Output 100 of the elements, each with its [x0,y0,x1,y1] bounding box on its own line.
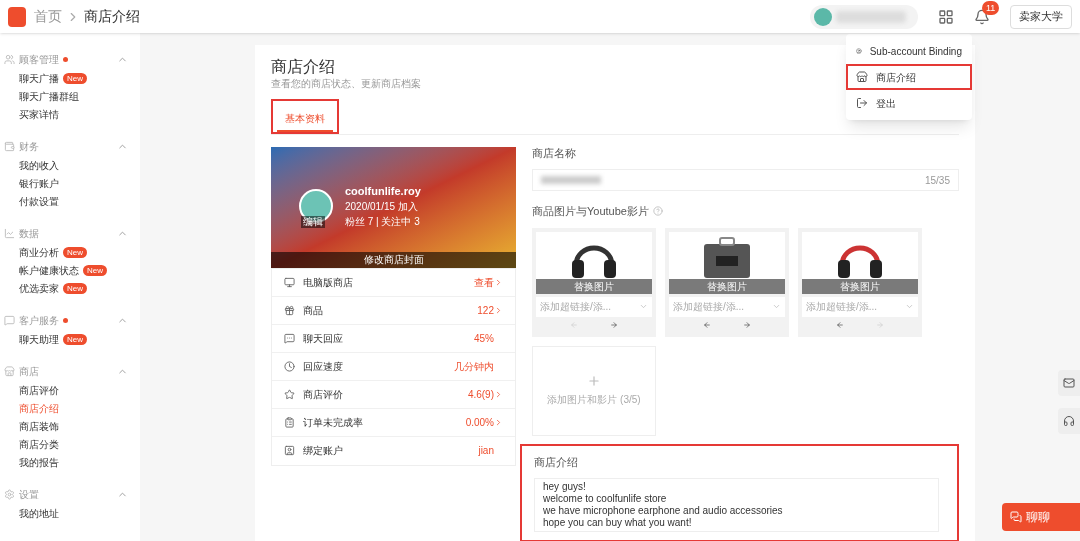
char-counter: 15/35 [924,173,950,188]
logo-icon[interactable] [8,6,26,27]
replace-image-button[interactable]: 替换图片 [802,278,918,294]
stat-label: 回应速度 [303,359,343,374]
page-subtitle: 查看您的商店状态、更新商店档案 [271,77,421,91]
support-float-button[interactable] [1058,408,1080,434]
field-label: 商店介绍 [534,454,579,470]
section-icon [4,227,15,239]
sidebar-item[interactable]: 买家详情 [19,106,59,122]
chevron-icon [494,389,503,399]
chevron-icon [639,302,648,311]
move-right-icon[interactable] [610,320,618,329]
stat-icon [284,304,295,316]
sidebar-item[interactable]: 聊天助理 [19,331,59,347]
sidebar-item[interactable]: 聊天广播 [19,70,59,86]
new-badge: New [83,264,107,276]
select-placeholder: 添加超链接/添... [806,300,878,314]
menu-item[interactable]: 商店介绍 [846,64,972,90]
mail-float-button[interactable] [1058,370,1080,396]
follower-count: 粉丝 7 | 关注中 3 [345,215,421,229]
university-button[interactable]: 卖家大学 [1010,4,1072,29]
breadcrumb-item: 商店介绍 [84,7,140,26]
account-chip[interactable] [810,4,918,29]
sidebar-item[interactable]: 银行账户 [19,175,59,191]
edit-cover-button[interactable]: 修改商店封面 [271,251,516,268]
mail-icon [1063,377,1075,389]
product-photo [702,235,752,280]
sidebar-item[interactable]: 聊天广播群组 [19,88,79,104]
menu-icon [856,97,868,109]
sidebar-item[interactable]: 商店介绍 [19,400,59,416]
sidebar-item[interactable]: 付款设置 [19,193,59,209]
sidebar-item[interactable]: 商店装饰 [19,418,59,434]
menu-icon [856,45,862,57]
stat-value: 几分钟内 [454,359,495,374]
stat-icon [284,416,295,428]
new-badge: New [63,246,87,258]
apps-grid-icon[interactable] [938,8,954,25]
stat-label: 电脑版商店 [303,275,353,290]
description-textarea[interactable]: hey guys! welcome to coolfunlife store we have microphone earphone and audio accessories hope you can buy what you want! [534,478,939,532]
move-right-icon[interactable] [743,320,751,329]
tab[interactable]: 基本资料 [277,107,333,132]
replace-image-button[interactable]: 替换图片 [669,278,785,294]
headset-icon [1063,415,1075,427]
menu-item-label: 商店介绍 [876,70,916,85]
shop-name: coolfunlife.roy [345,183,421,199]
avatar-icon [814,7,832,26]
replace-image-button[interactable]: 替换图片 [536,278,652,294]
menu-icon [856,71,868,83]
stat-icon [284,445,295,456]
chat-icon [1010,511,1022,523]
section-icon [4,365,15,377]
stat-link[interactable]: 查看 [474,274,503,290]
menu-item-label: 登出 [876,96,896,111]
avatar-edit-label[interactable]: 编辑 [301,215,325,228]
select-placeholder: 添加超链接/添... [540,300,612,314]
sidebar-item[interactable]: 商业分析 [19,244,59,260]
help-icon[interactable] [653,206,663,217]
field-label: 商品图片与Youtube影片 [532,204,649,219]
stat-value: jian [478,444,495,458]
menu-item[interactable]: 登出 [846,90,972,116]
stat-link[interactable]: 122 [477,302,503,318]
section-icon [4,53,15,65]
section-icon [4,314,15,326]
stat-label: 商品 [303,303,323,318]
stat-label: 聊天回应 [303,331,343,346]
plus-icon [587,374,601,388]
stat-value: 45% [474,331,495,346]
new-badge: New [63,72,87,84]
stat-label: 商店评价 [303,387,343,402]
sidebar-item[interactable]: 优选卖家 [19,280,59,296]
section-icon [4,140,15,152]
join-date: 2020/01/15 加入 [345,200,419,214]
menu-item-label: Sub-account Binding [869,44,962,59]
new-badge: New [63,333,87,345]
stat-link[interactable]: 4.6(9) [467,386,503,402]
page-title: 商店介绍 [271,57,335,77]
stat-icon [284,388,295,400]
sidebar-item[interactable]: 商店分类 [19,436,59,452]
stat-label: 绑定账户 [303,444,343,458]
notification-badge: 11 [982,0,1000,15]
chevron-icon [905,302,914,311]
stat-icon [284,360,295,372]
select-placeholder: 添加超链接/添... [673,300,745,314]
stat-label: 订单未完成率 [303,415,363,430]
move-left-icon[interactable] [703,320,711,329]
chevron-icon [494,417,503,427]
chat-button[interactable]: 聊聊 [1002,503,1080,531]
stat-icon [284,276,295,288]
sidebar-item[interactable]: 商店评价 [19,382,59,398]
sidebar-item[interactable]: 我的地址 [19,505,59,521]
move-left-icon[interactable] [836,320,844,329]
new-badge: New [63,282,87,294]
section-icon [4,488,15,500]
menu-item[interactable]: Sub-account Binding [846,38,972,64]
field-label: 商店名称 [532,145,577,161]
sidebar-item[interactable]: 帐户健康状态 [19,262,79,278]
chevron-icon [772,302,781,311]
stat-link[interactable]: 0.00% [465,414,503,430]
sidebar-item[interactable]: 我的报告 [19,454,59,470]
sidebar-item[interactable]: 我的收入 [19,157,59,173]
